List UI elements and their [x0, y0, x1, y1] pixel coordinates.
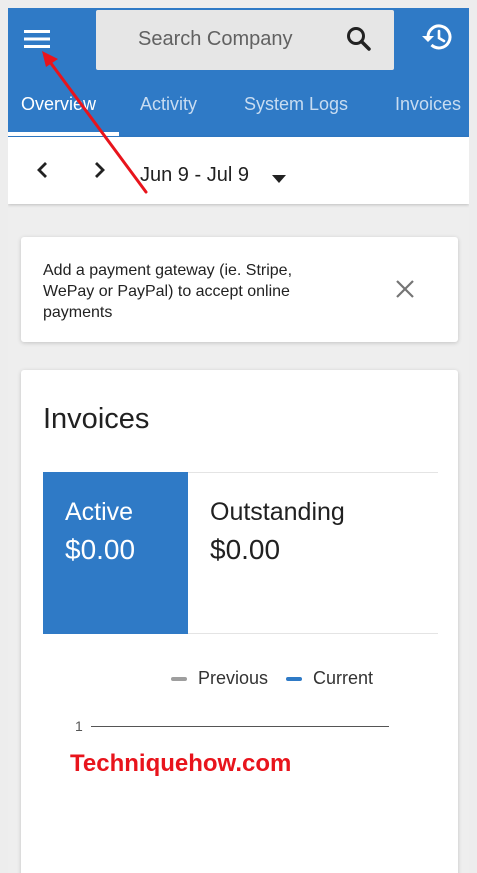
menu-icon	[24, 30, 50, 48]
date-range-label[interactable]: Jun 9 - Jul 9	[140, 164, 249, 187]
search-input[interactable]: Search Company	[96, 10, 394, 70]
tab-invoices[interactable]: Invoices	[395, 94, 461, 115]
tab-bar: Overview Activity System Logs Invoices	[8, 78, 469, 137]
app-frame: Search Company Overview Activity System …	[0, 0, 477, 873]
chart-gridline	[91, 726, 389, 727]
outstanding-value: $0.00	[210, 534, 281, 565]
search-icon[interactable]	[346, 26, 372, 57]
active-invoices-tile[interactable]: Active $0.00	[43, 472, 188, 634]
chart-legend: Previous Current	[171, 668, 391, 689]
close-icon	[396, 280, 414, 298]
payment-gateway-alert: Add a payment gateway (ie. Stripe, WePay…	[21, 237, 458, 342]
next-period-button[interactable]	[92, 161, 106, 184]
legend-label-previous: Previous	[198, 668, 269, 688]
legend-swatch-previous	[171, 676, 187, 681]
caret-down-icon	[272, 175, 286, 183]
legend-label-current: Current	[313, 668, 374, 688]
dismiss-alert-button[interactable]	[395, 279, 415, 304]
legend-swatch-current	[286, 676, 303, 681]
y-axis-tick-label: 1	[75, 718, 83, 734]
outstanding-label: Outstanding	[210, 498, 345, 526]
chevron-left-icon	[37, 162, 47, 178]
tab-overview[interactable]: Overview	[21, 94, 96, 115]
outstanding-invoices-tile[interactable]: Outstanding $0.00	[188, 472, 438, 634]
active-value: $0.00	[65, 534, 136, 565]
history-button[interactable]	[420, 22, 452, 57]
active-tab-indicator	[8, 132, 119, 136]
chevron-right-icon	[95, 162, 105, 178]
invoices-title: Invoices	[43, 403, 150, 435]
previous-period-button[interactable]	[36, 161, 50, 184]
invoices-card: Invoices Active $0.00 Outstanding $0.00 …	[21, 370, 458, 873]
legend-current: Current	[286, 668, 373, 689]
app-screen: Search Company Overview Activity System …	[8, 8, 469, 873]
watermark-text: Techniquehow.com	[70, 750, 292, 777]
tab-system-logs[interactable]: System Logs	[244, 94, 348, 115]
menu-button[interactable]	[22, 24, 52, 54]
alert-message[interactable]: Add a payment gateway (ie. Stripe, WePay…	[43, 260, 343, 323]
active-label: Active	[65, 498, 134, 526]
legend-previous: Previous	[171, 668, 268, 689]
date-range-bar: Jun 9 - Jul 9	[8, 137, 469, 204]
date-range-dropdown[interactable]	[272, 170, 286, 188]
tab-activity[interactable]: Activity	[140, 94, 197, 115]
history-icon	[422, 24, 452, 50]
app-bar: Search Company Overview Activity System …	[8, 8, 469, 137]
search-placeholder: Search Company	[138, 28, 293, 50]
